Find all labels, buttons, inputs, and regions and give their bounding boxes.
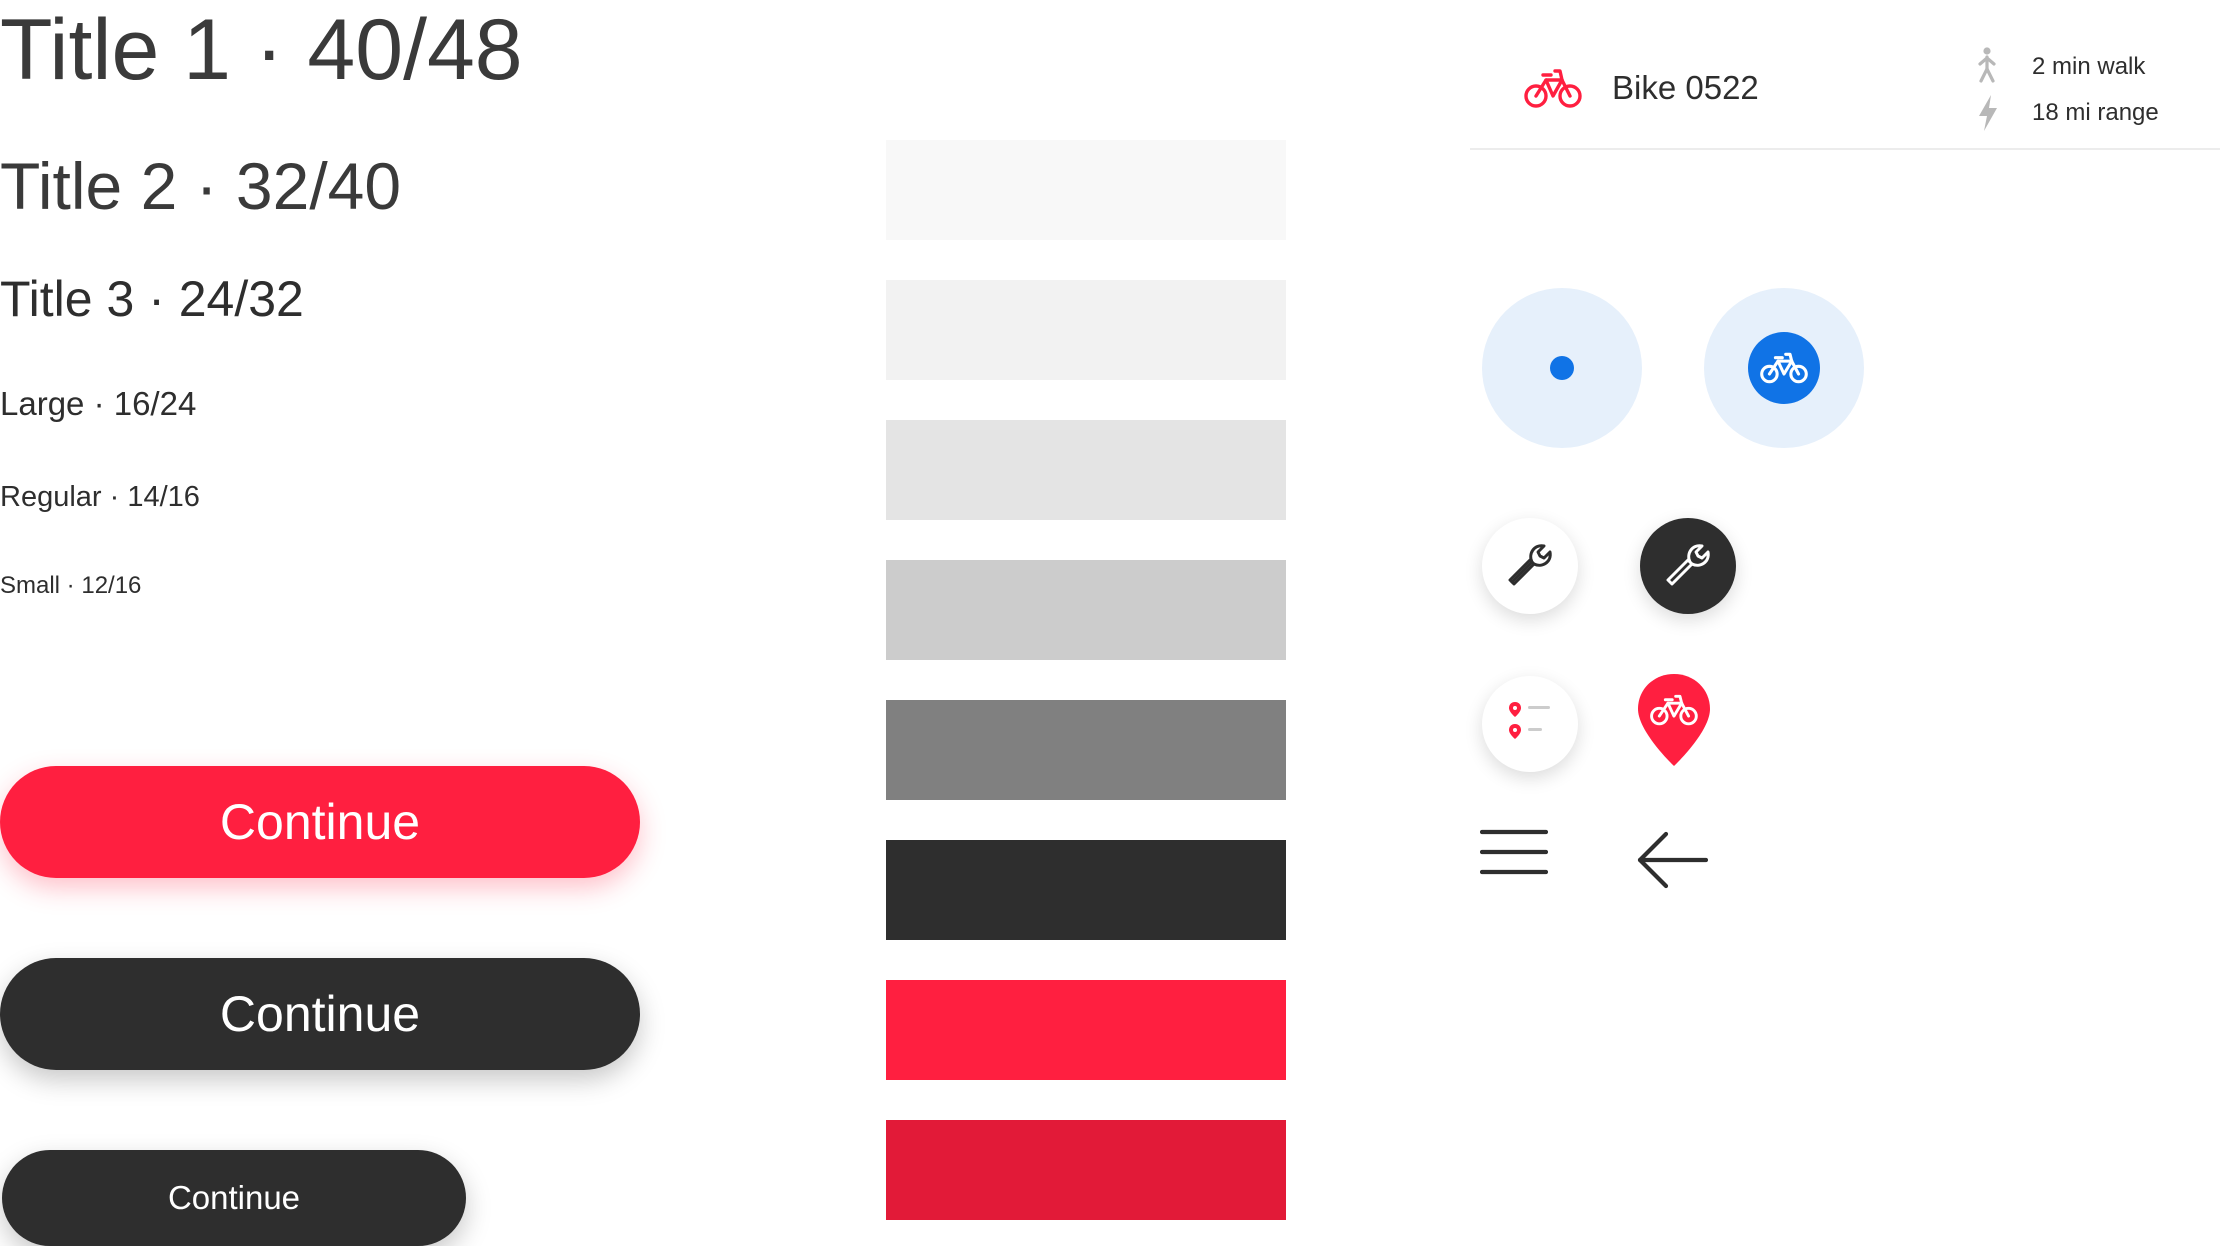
menu-icon[interactable] <box>1479 826 1549 883</box>
report-issue-button[interactable] <box>1482 518 1578 614</box>
swatch-red-dark <box>886 1120 1286 1220</box>
swatch-gray-100 <box>886 280 1286 380</box>
wrench-icon <box>1504 538 1556 595</box>
swatch-gray-500 <box>886 700 1286 800</box>
continue-small-button[interactable]: Continue <box>2 1150 466 1246</box>
swatch-gray-50 <box>886 140 1286 240</box>
title-3-specimen: Title 3 · 24/32 <box>0 271 304 327</box>
title-1-specimen: Title 1 · 40/48 <box>0 2 523 98</box>
bike-location-marker[interactable] <box>1704 288 1864 448</box>
large-text-specimen: Large · 16/24 <box>0 385 197 422</box>
route-list-icon <box>1506 700 1554 749</box>
route-list-button[interactable] <box>1482 676 1578 772</box>
swatch-red <box>886 980 1286 1080</box>
bike-pin-icon[interactable] <box>1636 672 1712 773</box>
swatch-gray-300 <box>886 560 1286 660</box>
title-2-specimen: Title 2 · 32/40 <box>0 149 402 223</box>
report-issue-button-active[interactable] <box>1640 518 1736 614</box>
walk-icon <box>1972 46 2002 89</box>
divider <box>1470 148 2220 150</box>
bike-icon <box>1524 62 1582 117</box>
bolt-icon <box>1976 94 2000 137</box>
small-text-specimen: Small · 12/16 <box>0 572 142 599</box>
walk-time: 2 min walk <box>2032 53 2146 80</box>
bike-range: 18 mi range <box>2032 99 2159 126</box>
wrench-icon <box>1662 538 1714 595</box>
location-dot-icon <box>1550 356 1574 380</box>
bike-name: Bike 0522 <box>1612 69 1759 106</box>
continue-dark-button[interactable]: Continue <box>0 958 640 1070</box>
swatch-gray-200 <box>886 420 1286 520</box>
current-location-marker[interactable] <box>1482 288 1642 448</box>
bike-marker-icon <box>1748 332 1820 404</box>
regular-text-specimen: Regular · 14/16 <box>0 481 200 513</box>
continue-primary-button[interactable]: Continue <box>0 766 640 878</box>
back-arrow-icon[interactable] <box>1636 830 1709 895</box>
swatch-dark <box>886 840 1286 940</box>
